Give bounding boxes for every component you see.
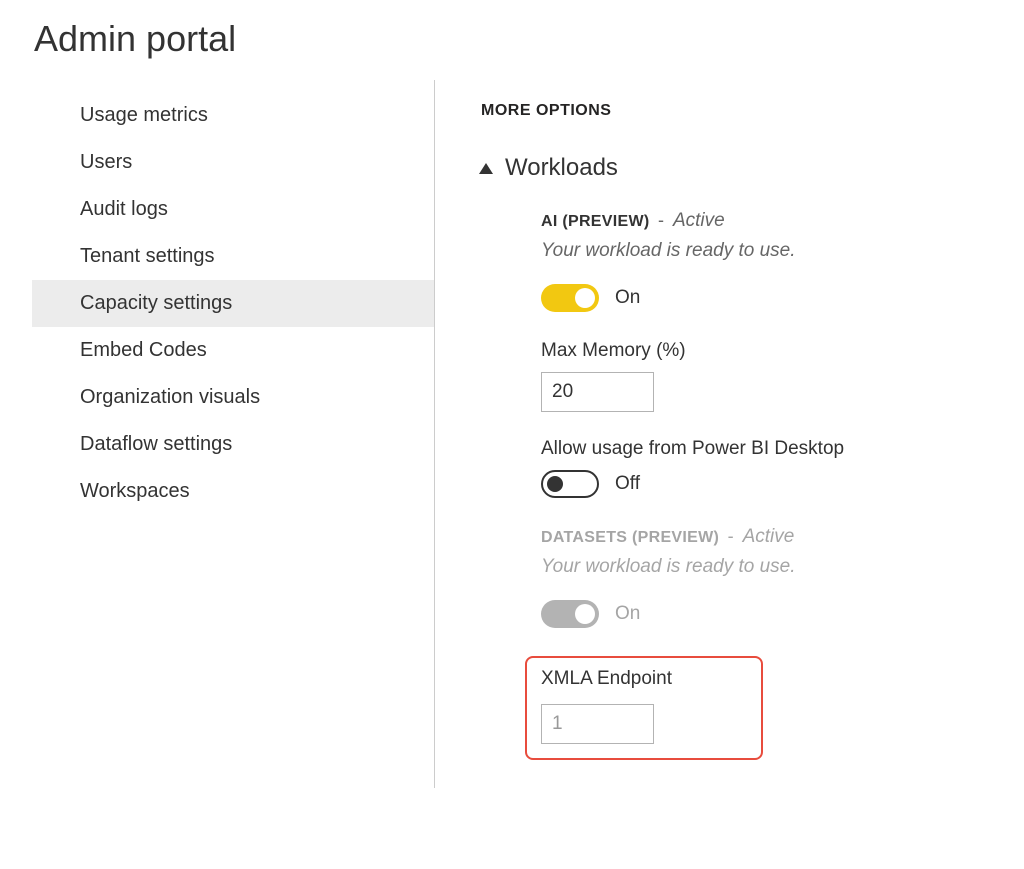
workload-ai-desc: Your workload is ready to use. bbox=[541, 240, 844, 262]
xmla-endpoint-label: XMLA Endpoint bbox=[541, 668, 747, 690]
workload-ai: AI (PREVIEW) - Active Your workload is r… bbox=[481, 210, 844, 498]
sidebar-item-capacity-settings[interactable]: Capacity settings bbox=[32, 280, 434, 327]
page-title: Admin portal bbox=[0, 0, 1024, 80]
dash-separator: - bbox=[658, 210, 669, 230]
workload-ai-toggle-label: On bbox=[615, 287, 640, 309]
workload-datasets-status: Active bbox=[743, 526, 795, 547]
sidebar-item-workspaces[interactable]: Workspaces bbox=[32, 468, 434, 515]
max-memory-field-group: Max Memory (%) bbox=[541, 340, 844, 412]
sidebar-item-users[interactable]: Users bbox=[32, 139, 434, 186]
xmla-highlight-box: XMLA Endpoint bbox=[525, 656, 763, 760]
workload-datasets-toggle-row: On bbox=[541, 600, 844, 628]
workload-datasets-name: DATASETS (PREVIEW) bbox=[541, 529, 719, 546]
workload-datasets-name-row: DATASETS (PREVIEW) - Active bbox=[541, 526, 844, 548]
workload-ai-toggle-row: On bbox=[541, 284, 844, 312]
collapse-triangle-icon bbox=[479, 163, 493, 174]
xmla-endpoint-input[interactable] bbox=[541, 704, 654, 744]
sidebar-item-dataflow-settings[interactable]: Dataflow settings bbox=[32, 421, 434, 468]
dash-separator: - bbox=[728, 526, 739, 546]
workload-ai-name-row: AI (PREVIEW) - Active bbox=[541, 210, 844, 232]
sidebar-item-embed-codes[interactable]: Embed Codes bbox=[32, 327, 434, 374]
sidebar-item-tenant-settings[interactable]: Tenant settings bbox=[32, 233, 434, 280]
max-memory-label: Max Memory (%) bbox=[541, 340, 844, 362]
workload-ai-name: AI (PREVIEW) bbox=[541, 213, 650, 230]
allow-usage-toggle-label: Off bbox=[615, 473, 640, 495]
allow-usage-toggle-row: Off bbox=[541, 470, 844, 498]
sidebar-item-usage-metrics[interactable]: Usage metrics bbox=[32, 92, 434, 139]
content-wrapper: Usage metrics Users Audit logs Tenant se… bbox=[0, 80, 1024, 788]
allow-usage-toggle[interactable] bbox=[541, 470, 599, 498]
allow-usage-label: Allow usage from Power BI Desktop bbox=[541, 438, 844, 460]
workload-datasets: DATASETS (PREVIEW) - Active Your workloa… bbox=[481, 526, 844, 760]
sidebar: Usage metrics Users Audit logs Tenant se… bbox=[32, 80, 435, 788]
workloads-collapse-header[interactable]: Workloads bbox=[481, 154, 844, 182]
workload-datasets-desc: Your workload is ready to use. bbox=[541, 556, 844, 578]
workload-ai-toggle[interactable] bbox=[541, 284, 599, 312]
workload-datasets-toggle[interactable] bbox=[541, 600, 599, 628]
allow-usage-field-group: Allow usage from Power BI Desktop Off bbox=[541, 438, 844, 498]
main-content: MORE OPTIONS Workloads AI (PREVIEW) - Ac… bbox=[435, 80, 844, 788]
workloads-title: Workloads bbox=[505, 154, 618, 182]
workload-datasets-toggle-label: On bbox=[615, 603, 640, 625]
sidebar-item-audit-logs[interactable]: Audit logs bbox=[32, 186, 434, 233]
max-memory-input[interactable] bbox=[541, 372, 654, 412]
workload-ai-status: Active bbox=[673, 210, 725, 231]
more-options-header: MORE OPTIONS bbox=[481, 102, 844, 120]
sidebar-item-organization-visuals[interactable]: Organization visuals bbox=[32, 374, 434, 421]
